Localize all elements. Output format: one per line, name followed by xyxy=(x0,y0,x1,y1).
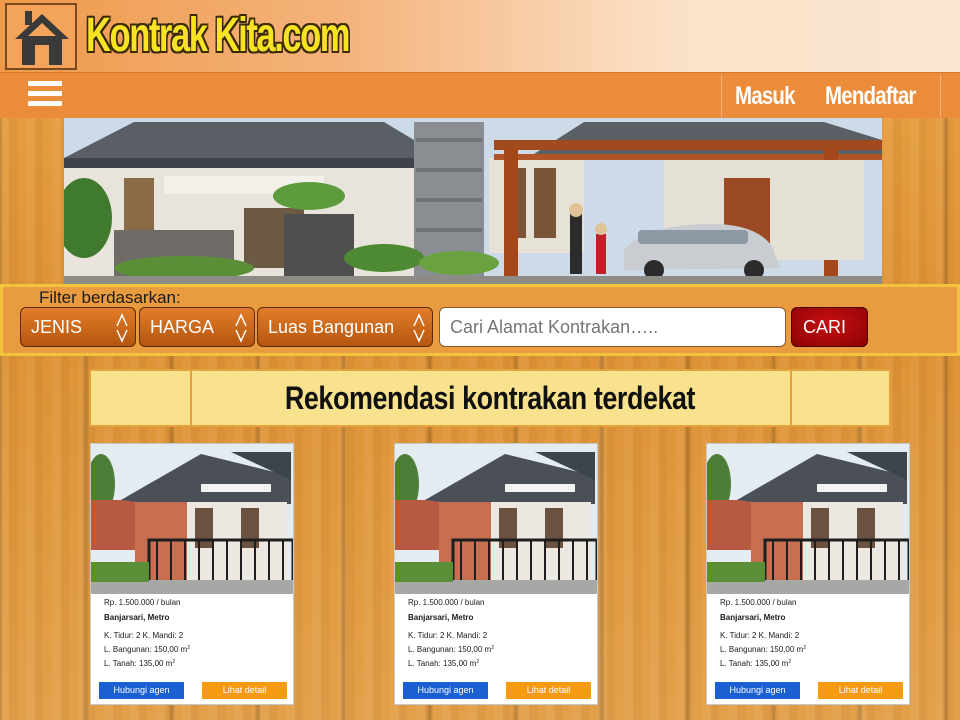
select-label: HARGA xyxy=(150,317,215,337)
hero-house-image xyxy=(64,118,882,284)
address-search-input[interactable] xyxy=(439,307,786,347)
listing-photo[interactable] xyxy=(707,444,909,594)
recommendation-heading-bar: Rekomendasi kontrakan terdekat xyxy=(89,369,891,427)
updown-arrows-icon xyxy=(413,313,425,343)
house-icon xyxy=(15,11,69,65)
filter-select-jenis[interactable]: JENIS xyxy=(20,307,136,347)
filter-select-harga[interactable]: HARGA xyxy=(139,307,255,347)
listing-land-area: L. Tanah: 135,00 m2 xyxy=(408,659,480,668)
filter-bar: Filter berdasarkan: JENIS HARGA Luas Ban… xyxy=(0,284,960,356)
filter-select-luas-bangunan[interactable]: Luas Bangunan xyxy=(257,307,433,347)
listing-photo[interactable] xyxy=(395,444,597,594)
nav-divider xyxy=(940,75,941,117)
filter-title: Filter berdasarkan: xyxy=(39,288,181,307)
listing-price: Rp. 1.500.000 / bulan xyxy=(720,598,797,607)
listing-building-area: L. Bangunan: 150,00 m2 xyxy=(408,645,494,654)
listing-card[interactable]: Rp. 1.500.000 / bulan Banjarsari, Metro … xyxy=(90,443,294,705)
login-link[interactable]: Masuk xyxy=(735,73,796,119)
listing-price: Rp. 1.500.000 / bulan xyxy=(408,598,485,607)
listing-building-area: L. Bangunan: 150,00 m2 xyxy=(720,645,806,654)
section-title: Rekomendasi kontrakan terdekat xyxy=(284,380,696,416)
contact-agent-button[interactable]: Hubungi agen xyxy=(715,682,800,699)
listing-price: Rp. 1.500.000 / bulan xyxy=(104,598,181,607)
listing-location: Banjarsari, Metro xyxy=(104,613,170,622)
listing-card[interactable]: Rp. 1.500.000 / bulan Banjarsari, Metro … xyxy=(706,443,910,705)
view-detail-button[interactable]: Lihat detail xyxy=(506,682,591,699)
navigation-bar: Masuk Mendaftar xyxy=(0,72,960,118)
view-detail-button[interactable]: Lihat detail xyxy=(818,682,903,699)
listing-rooms: K. Tidur: 2 K. Mandi: 2 xyxy=(408,631,488,640)
hamburger-menu-icon[interactable] xyxy=(28,81,62,109)
listing-location: Banjarsari, Metro xyxy=(408,613,474,622)
listing-land-area: L. Tanah: 135,00 m2 xyxy=(720,659,792,668)
listing-building-area: L. Bangunan: 150,00 m2 xyxy=(104,645,190,654)
listing-rooms: K. Tidur: 2 K. Mandi: 2 xyxy=(720,631,800,640)
site-header: Kontrak Kita.com xyxy=(0,0,960,72)
select-label: Luas Bangunan xyxy=(268,317,395,337)
register-link[interactable]: Mendaftar xyxy=(825,73,916,119)
listing-rooms: K. Tidur: 2 K. Mandi: 2 xyxy=(104,631,184,640)
select-label: JENIS xyxy=(31,317,83,337)
logo[interactable] xyxy=(5,3,77,70)
listing-location: Banjarsari, Metro xyxy=(720,613,786,622)
listing-land-area: L. Tanah: 135,00 m2 xyxy=(104,659,176,668)
nav-divider xyxy=(721,75,722,117)
search-button[interactable]: CARI xyxy=(791,307,868,347)
listing-photo[interactable] xyxy=(91,444,293,594)
site-logo-text[interactable]: Kontrak Kita.com xyxy=(86,0,351,72)
contact-agent-button[interactable]: Hubungi agen xyxy=(403,682,488,699)
view-detail-button[interactable]: Lihat detail xyxy=(202,682,287,699)
updown-arrows-icon xyxy=(116,313,128,343)
listing-card[interactable]: Rp. 1.500.000 / bulan Banjarsari, Metro … xyxy=(394,443,598,705)
contact-agent-button[interactable]: Hubungi agen xyxy=(99,682,184,699)
updown-arrows-icon xyxy=(235,313,247,343)
